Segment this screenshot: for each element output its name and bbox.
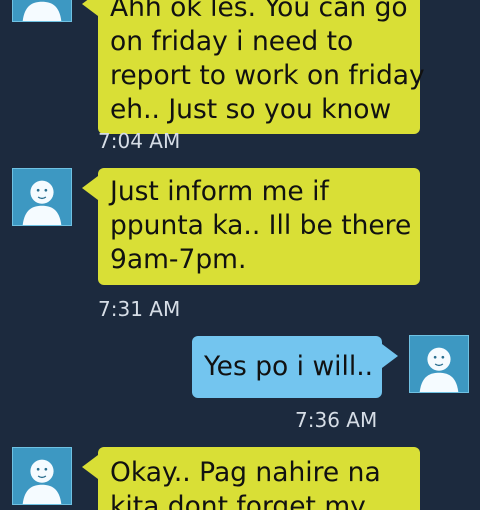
message-timestamp: 7:36 AM [295, 408, 378, 432]
message-text-line: kita dont forget my [110, 491, 366, 510]
message-text-line: ppunta ka.. Ill be there [110, 210, 412, 241]
message-bubble-outgoing[interactable]: Yes po i will.. [192, 336, 398, 398]
message-timestamp: 7:04 AM [98, 129, 181, 153]
message-bubble-incoming[interactable]: Just inform me if ppunta ka.. Ill be the… [82, 168, 420, 285]
message-text-line: Just inform me if [110, 176, 329, 207]
message-text-line: Yes po i will.. [204, 351, 374, 382]
message-timestamp: 7:31 AM [98, 297, 181, 321]
user-avatar-icon[interactable] [409, 335, 469, 393]
contact-avatar-icon[interactable] [12, 168, 72, 226]
message-text-line: report to work on friday [110, 60, 425, 91]
contact-avatar-icon[interactable] [12, 447, 72, 505]
conversation-thread[interactable]: Ahh ok les. You can go on friday i need … [0, 0, 480, 510]
message-text-line: Ahh ok les. You can go [110, 0, 408, 23]
message-text-line: Okay.. Pag nahire na [110, 457, 381, 488]
message-bubble-incoming[interactable]: Okay.. Pag nahire na kita dont forget my [82, 447, 420, 510]
message-text-line: 9am-7pm. [110, 244, 247, 275]
message-bubble-incoming[interactable]: Ahh ok les. You can go on friday i need … [82, 0, 425, 134]
message-text-line: on friday i need to [110, 26, 354, 57]
message-text-line: eh.. Just so you know [110, 94, 392, 125]
contact-avatar-icon[interactable] [12, 0, 72, 22]
